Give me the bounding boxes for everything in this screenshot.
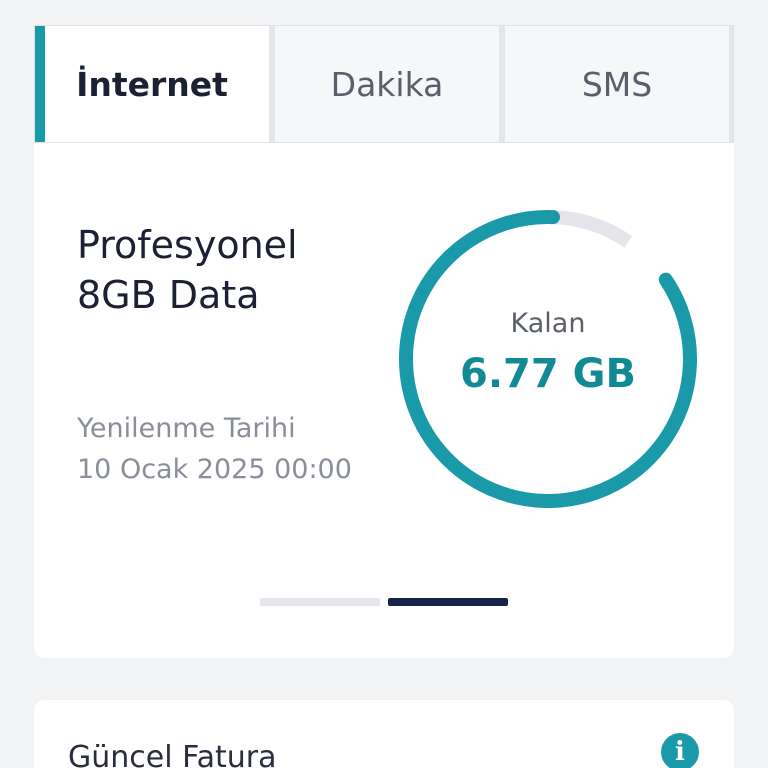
tab-sms[interactable]: SMS — [505, 26, 729, 142]
package-card[interactable]: Profesyonel 8GB Data Yenilenme Tarihi 10… — [34, 143, 734, 658]
active-tab-indicator — [35, 26, 45, 142]
app-root: İnternet Dakika SMS Profesyonel 8GB Data… — [0, 0, 768, 768]
carousel-pager — [260, 598, 508, 606]
renewal-label: Yenilenme Tarihi — [77, 413, 296, 444]
tab-dakika[interactable]: Dakika — [275, 26, 499, 142]
tab-internet[interactable]: İnternet — [35, 26, 269, 142]
tab-internet-label: İnternet — [76, 64, 228, 104]
renewal-date: 10 Ocak 2025 00:00 — [77, 454, 352, 485]
remaining-value: 6.77 GB — [460, 351, 636, 397]
info-icon[interactable]: i — [661, 733, 699, 768]
pager-dot-2[interactable] — [388, 598, 508, 606]
current-bill-title: Güncel Fatura — [68, 740, 277, 768]
usage-tabs: İnternet Dakika SMS — [34, 25, 734, 143]
tab-dakika-label: Dakika — [330, 64, 444, 104]
pager-dot-1[interactable] — [260, 598, 380, 606]
tab-sms-label: SMS — [581, 64, 653, 104]
remaining-label: Kalan — [510, 308, 586, 339]
current-bill-card[interactable]: Güncel Fatura i — [34, 700, 734, 768]
package-title: Profesyonel 8GB Data — [77, 223, 298, 317]
